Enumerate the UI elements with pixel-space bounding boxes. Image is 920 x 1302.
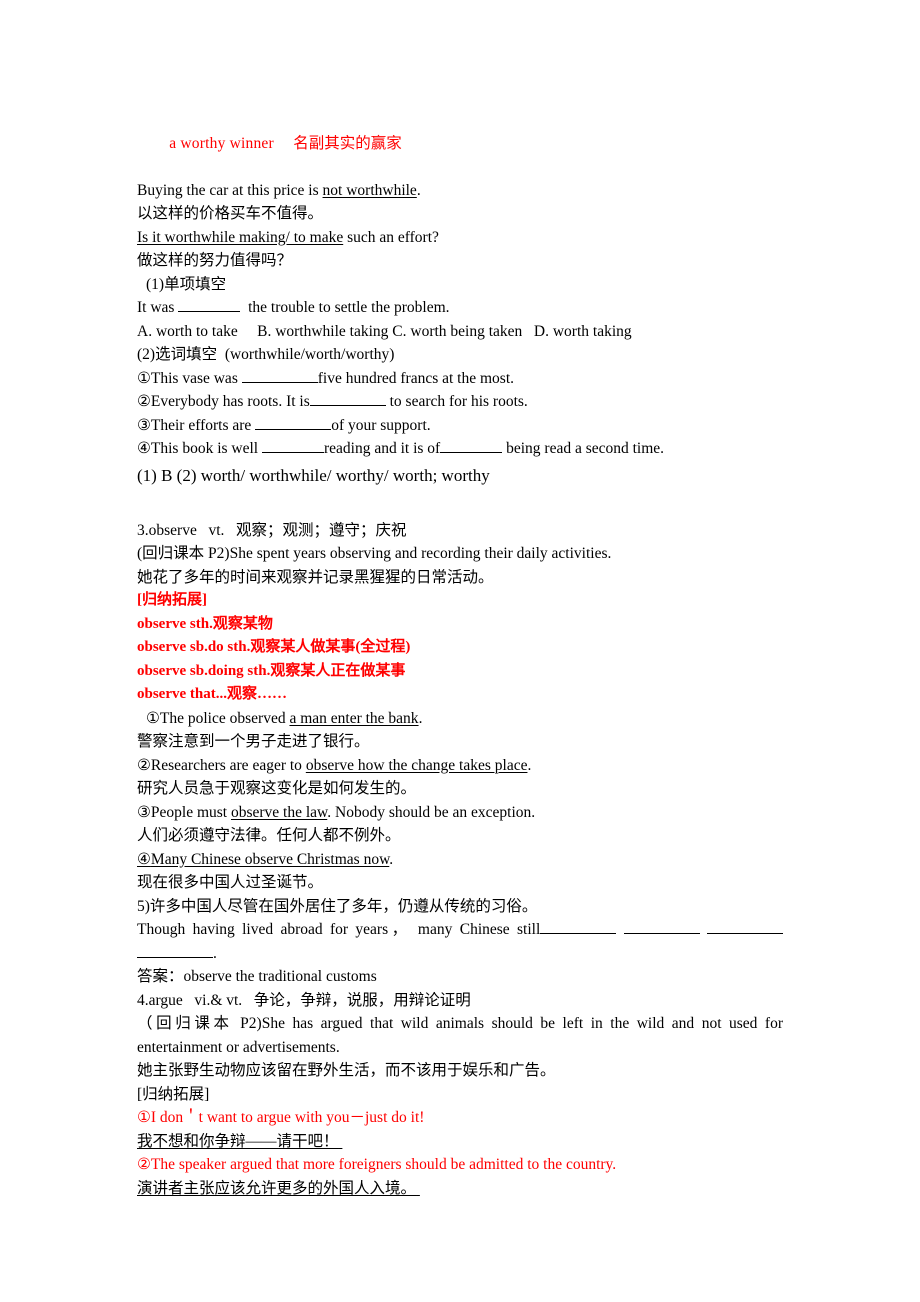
argue-textbook-zh: 她主张野生动物应该留在野外生活，而不该用于娱乐和广告。 bbox=[137, 1062, 556, 1079]
observe-example-1-prefix: ①The police observed bbox=[146, 709, 290, 727]
observe-entry: 3.observe vt. 观察；观测；遵守；庆祝 bbox=[137, 521, 407, 539]
document-body: a worthy winner 名副其实的赢家 Buying the car a… bbox=[137, 108, 783, 1200]
observe-exercise-5-blank-3[interactable] bbox=[707, 933, 783, 934]
section-gap-1 bbox=[137, 489, 783, 519]
argue-textbook-en: （回归课本 P2)She has argued that wild animal… bbox=[137, 1015, 787, 1056]
argue-entry: 4.argue vi.& vt. 争论，争辩，说服，用辩论证明 bbox=[137, 991, 471, 1009]
observe-exercise-5-blank-2[interactable] bbox=[623, 933, 700, 934]
worthy-item-4-blank-2[interactable] bbox=[440, 452, 503, 453]
worthy-item-2-suffix: to search for his roots. bbox=[385, 393, 528, 410]
worthy-item-4-mid: reading and it is of bbox=[323, 440, 441, 457]
observe-exercise-5-blank-1[interactable] bbox=[540, 933, 617, 934]
exercise-2-label: (2)选词填空 (worthwhile/worth/worthy) bbox=[137, 346, 395, 363]
argue-example-2-en: ②The speaker argued that more foreigners… bbox=[137, 1156, 617, 1173]
observe-pattern-2: observe sb.do sth.观察某人做某事(全过程) bbox=[137, 639, 411, 655]
observe-exercise-5-zh: 5)许多中国人尽管在国外居住了多年，仍遵从传统的习俗。 bbox=[137, 897, 538, 915]
argue-example-1-zh: 我不想和你争辩——请干吧！ bbox=[137, 1130, 783, 1154]
exercise-1-stem: It was the trouble to settle the problem… bbox=[137, 296, 783, 320]
worthy-item-2-blank[interactable] bbox=[309, 405, 386, 406]
observe-example-1-underlined: a man enter the bank bbox=[289, 709, 419, 727]
worthy-item-4-suffix: being read a second time. bbox=[502, 440, 665, 457]
observe-exercise-5-blank-4[interactable] bbox=[137, 956, 213, 958]
worthy-item-1: ①This vase was five hundred francs at th… bbox=[137, 367, 783, 391]
observe-example-2-underlined: observe how the change takes place bbox=[305, 756, 528, 774]
observe-pattern-1: observe sth.观察某物 bbox=[137, 615, 273, 632]
exercise-1-options: A. worth to take B. worthwhile taking C.… bbox=[137, 322, 632, 340]
worthy-heading-row: a worthy winner 名副其实的赢家 bbox=[137, 108, 783, 179]
observe-pattern-4: observe that...观察…… bbox=[137, 686, 287, 702]
exercise-1-label: (1)单项填空 bbox=[146, 275, 227, 293]
worthy-item-2: ②Everybody has roots. It is to search fo… bbox=[137, 390, 783, 414]
worthy-heading-en: a worthy winner bbox=[169, 134, 274, 152]
observe-example-3-zh: 人们必须遵守法律。任何人都不例外。 bbox=[137, 827, 401, 844]
observe-example-3-prefix: ③People must bbox=[137, 803, 231, 821]
worthy-item-1-suffix: five hundred francs at the most. bbox=[317, 369, 515, 387]
exercise-1-stem-prefix: It was bbox=[137, 299, 179, 316]
observe-example-4-number: ④ bbox=[137, 850, 151, 868]
observe-example-2-tail: . bbox=[527, 756, 532, 774]
observe-example-1-tail: . bbox=[418, 709, 423, 727]
observe-example-1-en: ①The police observed a man enter the ban… bbox=[137, 707, 783, 731]
worthy-answers: (1) B (2) worth/ worthwhile/ worthy/ wor… bbox=[137, 465, 490, 485]
worthy-item-4: ④This book is well reading and it is of … bbox=[137, 437, 783, 461]
worthy-item-2-prefix: ②Everybody has roots. It is bbox=[137, 393, 310, 410]
worthy-item-1-prefix: ①This vase was bbox=[137, 369, 242, 387]
observe-example-2-en: ②Researchers are eager to observe how th… bbox=[137, 754, 783, 778]
worthy-item-4-blank-1[interactable] bbox=[261, 452, 324, 453]
observe-example-2-zh: 研究人员急于观察这变化是如何发生的。 bbox=[137, 780, 417, 797]
observe-textbook-en: (回归课本 P2)She spent years observing and r… bbox=[137, 545, 612, 562]
observe-pattern-3: observe sb.doing sth.观察某人正在做某事 bbox=[137, 662, 406, 679]
observe-exercise-5-prefix: Though having lived abroad for years， ma… bbox=[137, 921, 541, 938]
worthy-example-1-en: Buying the car at this price is not wort… bbox=[137, 179, 783, 203]
worthy-item-3-suffix: of your support. bbox=[331, 416, 431, 434]
argue-example-2-zh: 演讲者主张应该允许更多的外国人入境。 bbox=[137, 1177, 783, 1201]
worthy-example-1-underlined: not worthwhile bbox=[322, 181, 417, 199]
worthy-example-1-tail: . bbox=[416, 181, 421, 199]
observe-exercise-5-answer: 答案：observe the traditional customs bbox=[137, 968, 377, 985]
argue-example-1-zh-text: 我不想和你争辩——请干吧！ bbox=[137, 1132, 339, 1150]
observe-exercise-5-en-cont: . bbox=[137, 942, 783, 966]
worthy-item-3-prefix: ③Their efforts are bbox=[137, 416, 256, 434]
worthy-example-2-zh: 做这样的努力值得吗？ bbox=[137, 252, 293, 269]
observe-textbook-zh: 她花了多年的时间来观察并记录黑猩猩的日常活动。 bbox=[137, 568, 494, 586]
observe-example-3-tail: . Nobody should be an exception. bbox=[327, 803, 536, 821]
document-page: a worthy winner 名副其实的赢家 Buying the car a… bbox=[0, 0, 920, 1302]
worthy-example-2-underlined: Is it worthwhile making/ to make bbox=[137, 228, 344, 246]
observe-example-3-underlined: observe the law bbox=[230, 803, 328, 821]
observe-example-4-underlined: Many Chinese observe Christmas now bbox=[150, 850, 390, 868]
argue-example-1-en: ①I don＇t want to argue with you－just do … bbox=[137, 1109, 425, 1126]
worthy-example-2-tail: such an effort? bbox=[343, 228, 439, 246]
exercise-1-stem-suffix: the trouble to settle the problem. bbox=[240, 299, 450, 316]
exercise-1-blank[interactable] bbox=[178, 311, 241, 312]
observe-expansion-label: [归纳拓展] bbox=[137, 592, 207, 608]
worthy-example-1-prefix: Buying the car at this price is bbox=[137, 181, 323, 199]
worthy-item-4-prefix: ④This book is well bbox=[137, 440, 262, 457]
worthy-item-1-blank[interactable] bbox=[241, 381, 318, 383]
observe-example-3-en: ③People must observe the law. Nobody sho… bbox=[137, 801, 783, 825]
observe-example-4-tail: . bbox=[389, 850, 394, 868]
observe-example-1-zh: 警察注意到一个男子走进了银行。 bbox=[137, 733, 370, 750]
observe-example-2-prefix: ②Researchers are eager to bbox=[137, 756, 306, 774]
worthy-heading-zh: 名副其实的赢家 bbox=[293, 134, 402, 152]
worthy-example-2-en: Is it worthwhile making/ to make such an… bbox=[137, 226, 783, 250]
argue-example-2-zh-text: 演讲者主张应该允许更多的外国人入境。 bbox=[137, 1179, 417, 1197]
worthy-item-3: ③Their efforts are of your support. bbox=[137, 414, 783, 438]
argue-expansion-label: [归纳拓展] bbox=[137, 1085, 210, 1103]
worthy-example-1-zh: 以这样的价格买车不值得。 bbox=[137, 205, 324, 222]
observe-example-4-en: ④Many Chinese observe Christmas now. bbox=[137, 848, 783, 872]
observe-exercise-5-en: Though having lived abroad for years， ma… bbox=[137, 918, 783, 942]
observe-exercise-5-period: . bbox=[213, 944, 217, 962]
worthy-item-3-blank[interactable] bbox=[255, 428, 332, 430]
observe-example-4-zh: 现在很多中国人过圣诞节。 bbox=[137, 874, 324, 891]
